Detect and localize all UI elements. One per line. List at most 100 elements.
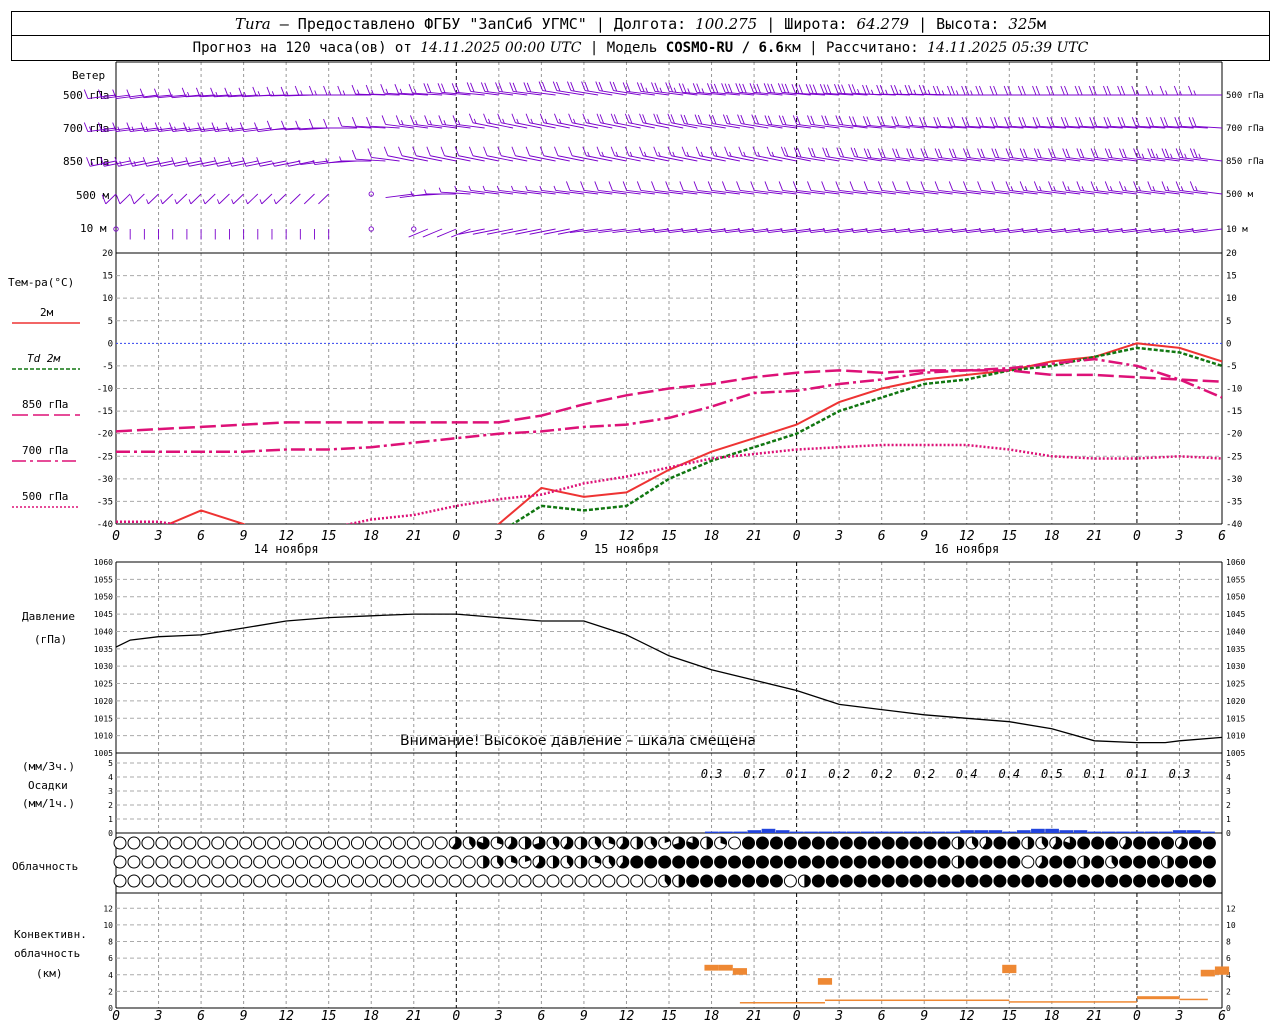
y-tick-label-left: 15 [102,272,113,282]
wind-barb-flag [1150,90,1154,96]
cloud-fill [784,856,797,868]
wind-barb-flag [553,185,557,191]
wind-barb-flag [1161,148,1166,158]
wind-barb-flag [778,115,784,125]
cloud-fill [770,837,783,849]
cloud-symbol [239,855,253,869]
cloud-fill [770,856,783,868]
cloud-symbol [448,874,462,888]
conv-base [1179,998,1208,1001]
c-tick-label-left: 2 [108,987,113,996]
wind-barb-shaft [586,122,613,129]
hour-label-bottom: 12 [959,1009,975,1024]
wind-barb-shaft [303,193,315,205]
cloud-symbol [378,874,392,888]
cloud-fill [1119,875,1132,887]
cloud-fill [854,875,867,887]
wind-barb-flag [841,84,846,94]
wind-barb-shaft [669,189,698,195]
wind-barb-shaft [586,155,613,162]
c-tick-label-right: 12 [1226,904,1236,913]
wind-barb-shaft [938,156,967,162]
wind-barb-flag [867,148,872,159]
wind-barb-flag [280,86,286,97]
wind-barb-shaft [486,155,514,162]
wind-barb-flag [1152,186,1156,192]
cloud-symbol [239,874,253,888]
cloud-symbol [392,874,406,888]
conv-block [1214,966,1230,975]
wind-barb-flag [408,84,414,94]
wind-barb-shaft [572,155,599,162]
cloud-fill [1091,856,1104,868]
wind-barb-shaft [470,189,499,195]
wind-barb-flag [728,83,733,94]
wind-barb-flag [885,89,888,95]
r-tick-label-right: 3 [1226,787,1231,796]
wind-barb-flag [1062,181,1067,191]
wind-barb-flag [1193,90,1197,96]
cloud-fill [840,875,853,887]
wind-barb-flag [738,83,744,93]
wind-barb-flag [1079,148,1085,159]
wind-barb-flag [904,84,909,95]
cloud-symbol [616,874,630,888]
hour-label-bottom: 9 [580,1009,588,1024]
wind-barb-flag [470,82,475,93]
wind-barb-shaft [1193,228,1223,234]
y-tick-label-right: -15 [1226,407,1242,417]
wind-barb-flag [1198,153,1201,159]
cloud-fill [742,875,755,887]
wind-barb-flag [877,116,882,126]
wind-barb-flag [932,85,938,96]
wind-barb-flag [1108,148,1113,159]
wind-barb-flag [767,83,772,93]
cloud-symbol [155,836,169,850]
wind-barb-flag [570,81,575,92]
wind-barb-flag [961,85,966,96]
wind-barb-flag [948,148,954,158]
precip-bar [846,831,861,833]
wind-barb-flag [185,157,190,167]
hour-label-bottom: 0 [793,1009,801,1024]
wind-barb-flag [1067,186,1070,192]
y-tick-label-right: 15 [1226,272,1237,282]
r-tick-label-left: 3 [108,787,113,796]
p-tick-label-right: 1055 [1226,575,1245,584]
wind-barb-flag [850,147,855,157]
wind-barb-flag [1060,85,1065,96]
wind-level-right: 500 гПа [1226,91,1264,101]
hour-label-top: 0 [112,529,120,544]
wind-barb-flag [811,147,816,158]
wind-barb-flag [683,114,689,125]
wind-barb-flag [966,148,971,159]
wind-barb-flag [539,146,545,156]
cloud-symbol [560,874,574,888]
wind-barb-shaft [401,155,429,162]
y-tick-label-left: 10 [102,294,113,304]
p-tick-label-left: 1055 [94,575,113,584]
y-tick-label-right: 0 [1226,339,1231,349]
cloud-symbol [225,836,239,850]
wind-barb-shaft [529,228,556,235]
wind-barb-flag [923,148,929,159]
wind-barb-shaft [105,193,117,205]
conv-base [824,999,1010,1002]
cloud-symbol [295,836,309,850]
wind-barb-flag [1053,186,1056,192]
wind-barb-flag [497,146,502,156]
wind-barb-shaft [770,155,797,162]
cloud-fill [804,875,811,887]
wind-barb-flag [980,148,985,159]
cloud-symbol [113,874,127,888]
y-tick-label-right: 5 [1226,317,1231,327]
conv-block [1200,969,1215,977]
conv-base [1009,1001,1137,1003]
y-tick-label-right: -35 [1226,497,1242,507]
wind-barb-flag [483,146,488,156]
wind-barb-flag [651,181,656,191]
wind-barb-flag [217,199,220,205]
wind-barb-shaft [598,189,627,195]
cloud-symbol [141,855,155,869]
cloud-fill [1161,837,1174,849]
